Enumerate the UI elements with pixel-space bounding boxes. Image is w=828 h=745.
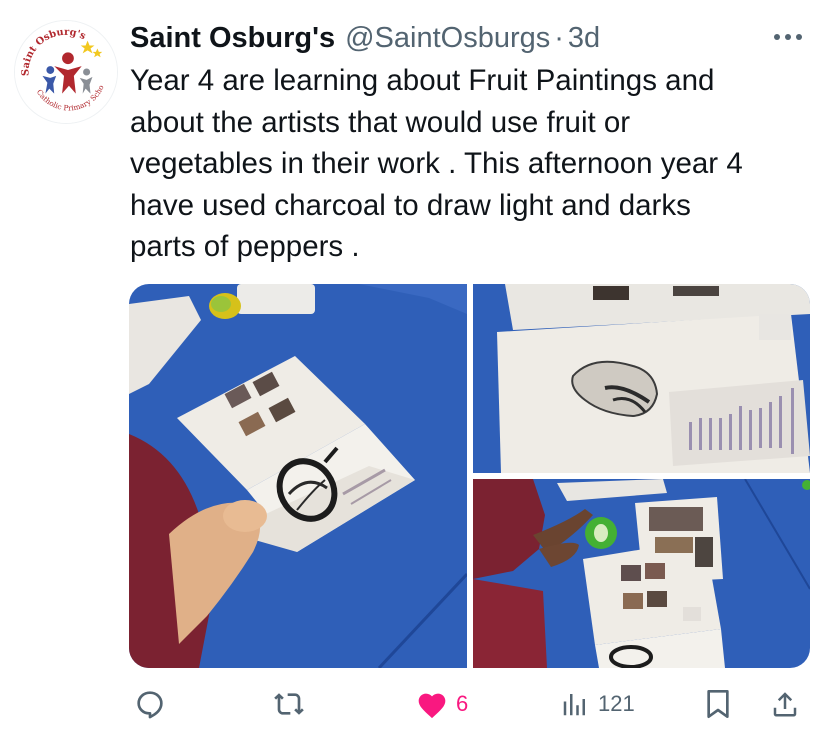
like-button[interactable]: 6 (416, 683, 468, 725)
photo-1[interactable] (129, 284, 467, 668)
like-count: 6 (456, 691, 469, 716)
photo-3-image (473, 479, 810, 668)
views-count: 121 (598, 691, 635, 716)
reply-button[interactable] (134, 683, 174, 725)
photo-2-image (473, 284, 810, 473)
more-icon (774, 34, 802, 40)
avatar[interactable]: Saint Osburg's Catholic Primary School (14, 20, 118, 124)
heart-icon (418, 693, 446, 719)
photo-1-image (129, 284, 467, 668)
photo-3[interactable] (473, 479, 810, 668)
tweet-header: Saint Osburg's @SaintOsburgs · 3d (130, 18, 808, 58)
tweet-text: Year 4 are learning about Fruit Painting… (130, 64, 743, 263)
bookmark-icon (707, 690, 729, 718)
bookmark-button[interactable] (704, 683, 732, 725)
share-icon (773, 692, 797, 717)
author-display-name[interactable]: Saint Osburg's (130, 22, 335, 55)
views-icon (563, 694, 585, 716)
share-button[interactable] (770, 683, 800, 725)
photo-2[interactable] (473, 284, 810, 473)
school-logo: Saint Osburg's Catholic Primary School (15, 21, 117, 123)
tweet-action-bar: 6 121 (130, 683, 810, 725)
more-options-button[interactable] (768, 22, 808, 52)
retweet-button[interactable] (272, 683, 314, 725)
media-grid (129, 284, 810, 668)
author-handle[interactable]: @SaintOsburgs (345, 22, 550, 55)
separator-dot: · (554, 21, 564, 54)
reply-icon (137, 691, 163, 719)
retweet-icon (274, 693, 304, 715)
tweet-timestamp[interactable]: 3d (568, 22, 600, 55)
views-button[interactable]: 121 (560, 683, 635, 725)
